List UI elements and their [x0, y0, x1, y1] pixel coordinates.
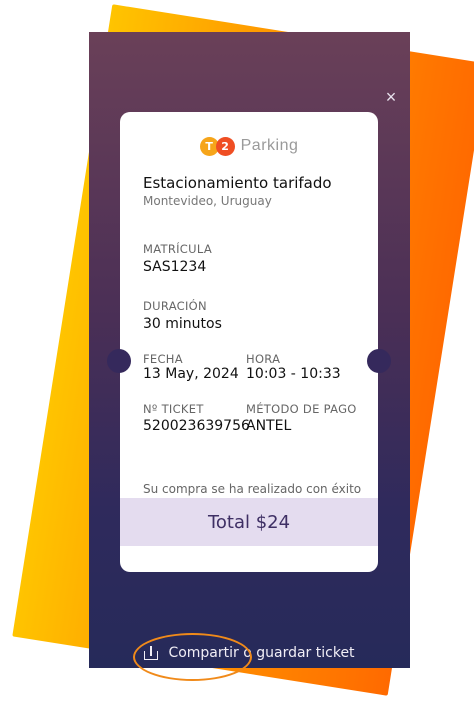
brand-header: T 2 Parking: [120, 134, 378, 158]
duracion-label: DURACIÓN: [143, 299, 207, 313]
matricula-label: MATRÍCULA: [143, 242, 212, 256]
ticket-number-value: 520023639756: [143, 418, 250, 434]
ticket-notch-left: [107, 349, 131, 373]
metodo-pago-label: MÉTODO DE PAGO: [246, 402, 357, 416]
parking-ticket-card: T 2 Parking Estacionamiento tarifado Mon…: [120, 112, 378, 572]
fecha-value: 13 May, 2024: [143, 366, 239, 382]
duracion-value: 30 minutos: [143, 316, 222, 332]
ticket-number-label: Nº TICKET: [143, 402, 204, 416]
share-label: Compartir o guardar ticket: [168, 645, 355, 661]
t2-logo: T 2: [199, 136, 235, 156]
share-icon: [144, 646, 159, 660]
metodo-pago-value: ANTEL: [246, 418, 292, 434]
ticket-notch-right: [367, 349, 391, 373]
share-ticket-button[interactable]: Compartir o guardar ticket: [89, 642, 410, 664]
ticket-location: Montevideo, Uruguay: [143, 194, 272, 208]
hora-value: 10:03 - 10:33: [246, 366, 341, 382]
close-icon[interactable]: ×: [382, 88, 400, 106]
hora-label: HORA: [246, 352, 281, 366]
matricula-value: SAS1234: [143, 259, 207, 275]
total-band: Total $24: [120, 498, 378, 546]
logo-2: 2: [215, 136, 235, 156]
ticket-title: Estacionamiento tarifado: [143, 174, 332, 192]
fecha-label: FECHA: [143, 352, 183, 366]
brand-name: Parking: [240, 137, 299, 154]
success-message: Su compra se ha realizado con éxito: [143, 482, 362, 496]
total-amount: Total $24: [207, 511, 291, 533]
app-screen: × T 2 Parking Estacionamiento tarifado M…: [89, 32, 410, 668]
